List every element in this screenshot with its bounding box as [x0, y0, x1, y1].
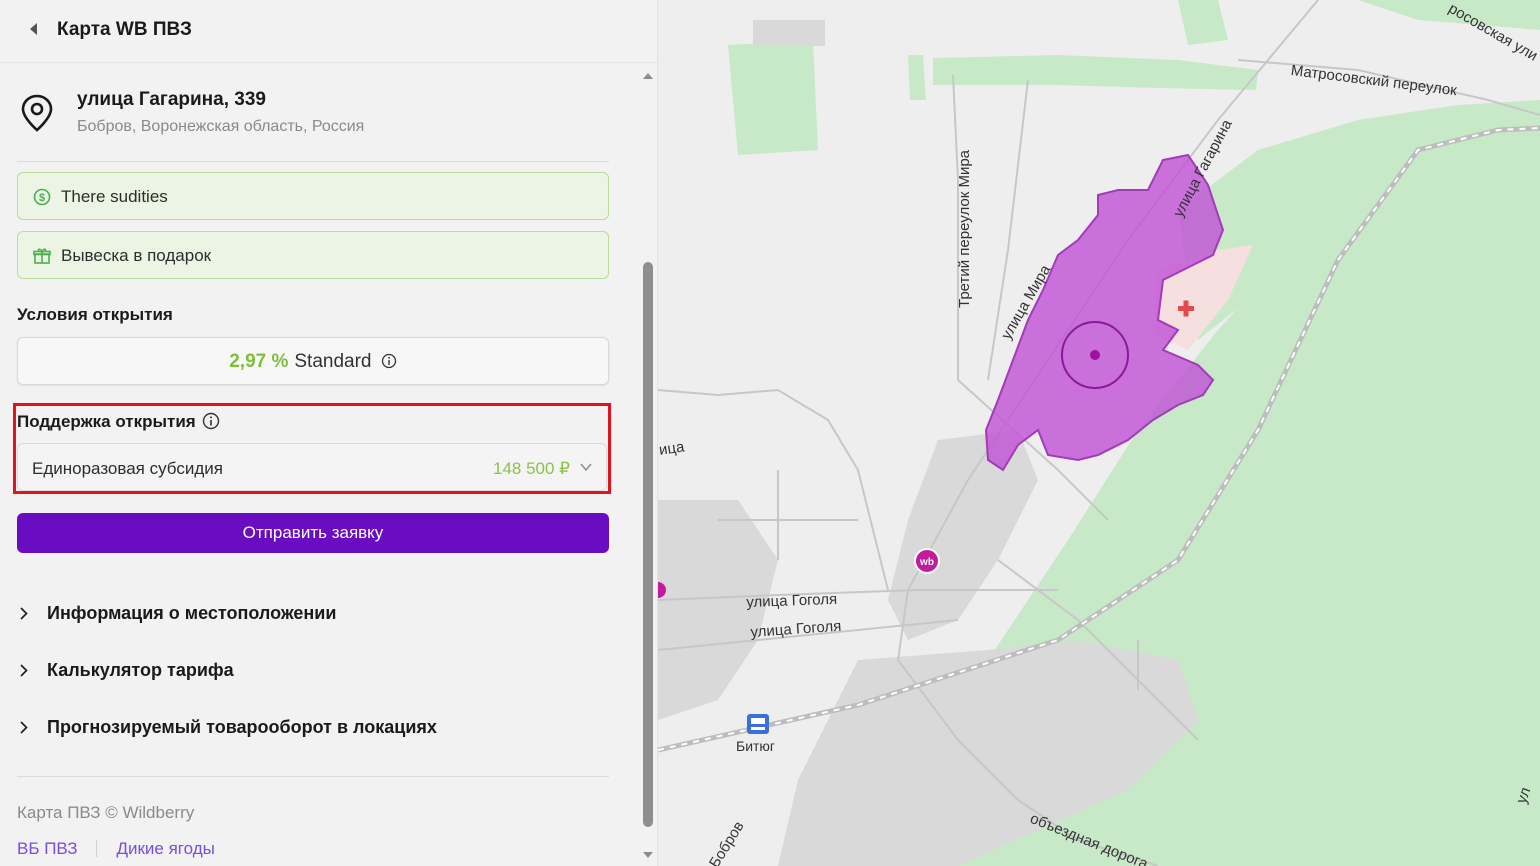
dollar-coin-icon: $ [33, 188, 51, 206]
address-title: улица Гагарина, 339 [77, 89, 266, 110]
accordion-tariff-calculator[interactable]: Калькулятор тарифа [17, 657, 609, 687]
chevron-down-icon [580, 463, 592, 472]
chevron-right-icon [20, 721, 28, 734]
scroll-up-arrow-icon[interactable] [642, 72, 654, 80]
side-panel: Карта WB ПВЗ улица Гагарина, 339 Бобров,… [0, 0, 658, 866]
conditions-heading: Условия открытия [17, 305, 173, 324]
train-station-icon [747, 714, 769, 734]
accordion-location-info[interactable]: Информация о местоположении [17, 600, 609, 630]
support-heading: Поддержка открытия [17, 412, 196, 431]
accordion-label: Калькулятор тарифа [47, 660, 234, 680]
map-view[interactable]: wb Матросовский переулок росовская ули у… [658, 0, 1540, 866]
benefit-chip-sign[interactable]: Вывеска в подарок [17, 231, 609, 279]
footer-link-wild-berries[interactable]: Дикие ягоды [116, 839, 214, 858]
divider [96, 840, 98, 857]
chevron-right-icon [20, 607, 28, 620]
station-label: Битюг [736, 738, 776, 754]
svg-text:wb: wb [919, 557, 934, 568]
tariff-name: Standard [294, 351, 372, 372]
gift-icon [33, 248, 51, 264]
info-icon[interactable] [381, 353, 397, 369]
scrollbar-thumb[interactable] [643, 262, 653, 827]
street-label: ица [658, 438, 686, 459]
rate-percent: 2,97 % [229, 351, 289, 372]
divider [17, 776, 609, 777]
street-label: Третий переулок Мира [956, 149, 973, 308]
back-arrow-icon[interactable] [27, 21, 39, 37]
tariff-rate-box[interactable]: 2,97 % Standard [17, 337, 609, 385]
location-pin-icon [21, 94, 53, 132]
info-icon[interactable] [202, 412, 220, 430]
support-section-highlight: Поддержка открытия Единоразовая субсидия… [13, 403, 611, 494]
subsidy-amount: 148 500 ₽ [493, 459, 570, 478]
page-title: Карта WB ПВЗ [57, 19, 192, 40]
accordion-label: Информация о местоположении [47, 603, 337, 623]
chevron-right-icon [20, 664, 28, 677]
map-canvas[interactable]: wb [658, 0, 1540, 866]
submit-application-button[interactable]: Отправить заявку [17, 513, 609, 553]
chip-label: Вывеска в подарок [61, 246, 212, 265]
footer-copyright: Карта ПВЗ © Wildberry [17, 803, 195, 822]
scroll-down-arrow-icon[interactable] [642, 851, 654, 859]
footer-links: ВБ ПВЗ Дикие ягоды [17, 839, 215, 859]
street-label: улица Гоголя [746, 590, 838, 611]
benefit-chip-subsidy[interactable]: $ There sudities [17, 172, 609, 220]
accordion-forecast-turnover[interactable]: Прогнозируемый товарооборот в локациях [17, 714, 609, 744]
accordion-label: Прогнозируемый товарооборот в локациях [47, 717, 437, 737]
panel-header: Карта WB ПВЗ [0, 0, 657, 63]
subsidy-select[interactable]: Единоразовая субсидия 148 500 ₽ [17, 443, 607, 491]
footer-link-vb-pvz[interactable]: ВБ ПВЗ [17, 839, 77, 858]
divider [17, 161, 609, 162]
address-block: улица Гагарина, 339 Бобров, Воронежская … [17, 89, 609, 161]
subsidy-option-label: Единоразовая субсидия [32, 459, 223, 478]
address-subtitle: Бобров, Воронежская область, Россия [77, 118, 365, 135]
svg-text:$: $ [39, 192, 45, 204]
chip-label: There sudities [61, 187, 168, 206]
